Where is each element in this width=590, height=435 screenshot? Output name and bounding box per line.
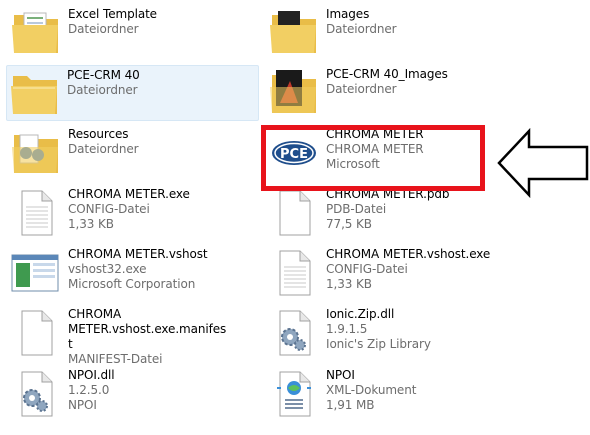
file-description: NPOI	[68, 398, 97, 412]
file-size: 1,33 KB	[326, 277, 372, 291]
file-size: 1,91 MB	[326, 398, 375, 412]
file-name: NPOI.dll	[68, 368, 115, 382]
file-company: Microsoft	[326, 157, 380, 171]
dll-gear-icon	[10, 368, 62, 420]
arrow-left-icon	[497, 127, 589, 199]
folder-with-images-icon	[268, 7, 320, 59]
file-type: Dateiordner	[68, 22, 139, 36]
file-size: 77,5 KB	[326, 217, 372, 231]
file-name: CHROMA METER.vshost.exe.manifest	[68, 307, 227, 351]
file-description: CHROMA METER	[326, 142, 424, 156]
file-type: Dateiordner	[67, 83, 138, 97]
file-item-npoi-dll[interactable]: NPOI.dll 1.2.5.0 NPOI	[8, 366, 258, 422]
file-item-ionic-zip-dll[interactable]: Ionic.Zip.dll 1.9.1.5 Ionic's Zip Librar…	[266, 305, 516, 361]
file-item-chroma-meter-vshost-exe-config[interactable]: CHROMA METER.vshost.exe CONFIG-Datei 1,3…	[266, 245, 516, 301]
folder-with-dark-images-icon	[268, 67, 320, 119]
blank-file-icon	[10, 307, 62, 359]
file-item-chroma-meter-pdb[interactable]: CHROMA METER.pdb PDB-Datei 77,5 KB	[266, 185, 516, 241]
file-item-pce-crm-40[interactable]: PCE-CRM 40 Dateiordner	[6, 65, 259, 121]
file-version: 1.9.1.5	[326, 322, 368, 336]
file-type: PDB-Datei	[326, 202, 387, 216]
file-item-chroma-meter-exe[interactable]: PCE CHROMA METER CHROMA METER Microsoft	[266, 125, 516, 181]
svg-text:PCE: PCE	[280, 147, 308, 162]
file-name: CHROMA METER.exe	[68, 187, 190, 201]
file-item-resources[interactable]: Resources Dateiordner	[8, 125, 258, 181]
folder-icon	[9, 68, 61, 120]
file-item-npoi-xml[interactable]: NPOI XML-Dokument 1,91 MB	[266, 366, 516, 422]
file-name: Resources	[68, 127, 129, 141]
file-description: Ionic's Zip Library	[326, 337, 431, 351]
file-name: NPOI	[326, 368, 355, 382]
generic-file-icon	[10, 187, 62, 239]
file-name: Images	[326, 7, 370, 21]
file-name: CHROMA METER.vshost	[68, 247, 208, 261]
file-name: CHROMA METER.vshost.exe	[326, 247, 491, 261]
file-name: PCE-CRM 40_Images	[326, 67, 448, 81]
file-company: Microsoft Corporation	[68, 277, 196, 291]
generic-file-icon	[268, 187, 320, 239]
file-type: CONFIG-Datei	[326, 262, 408, 276]
file-item-pce-crm-40-images[interactable]: PCE-CRM 40_Images Dateiordner	[266, 65, 516, 121]
file-name: Excel Template	[68, 7, 157, 21]
dll-gear-icon	[268, 307, 320, 359]
file-name: Ionic.Zip.dll	[326, 307, 395, 321]
file-type: Dateiordner	[68, 142, 139, 156]
file-version: 1.2.5.0	[68, 383, 110, 397]
file-item-images[interactable]: Images Dateiordner	[266, 5, 516, 61]
file-item-chroma-meter-manifest[interactable]: CHROMA METER.vshost.exe.manifest MANIFES…	[8, 305, 258, 366]
generic-file-icon	[268, 247, 320, 299]
file-type: Dateiordner	[326, 22, 397, 36]
pce-logo-icon: PCE	[268, 127, 320, 179]
file-name: CHROMA METER	[326, 127, 424, 141]
file-name: CHROMA METER.pdb	[326, 187, 450, 201]
file-type: CONFIG-Datei	[68, 202, 150, 216]
file-name: PCE-CRM 40	[67, 68, 140, 82]
application-window-icon	[10, 247, 62, 299]
file-description: vshost32.exe	[68, 262, 147, 276]
file-type: Dateiordner	[326, 82, 397, 96]
file-size: 1,33 KB	[68, 217, 114, 231]
folder-with-spreadsheet-icon	[10, 7, 62, 59]
xml-document-icon	[268, 368, 320, 420]
file-item-excel-template[interactable]: Excel Template Dateiordner	[8, 5, 258, 61]
file-type: XML-Dokument	[326, 383, 417, 397]
file-item-chroma-meter-vshost[interactable]: CHROMA METER.vshost vshost32.exe Microso…	[8, 245, 258, 301]
file-type: MANIFEST-Datei	[68, 352, 163, 366]
file-item-chroma-meter-exe-config[interactable]: CHROMA METER.exe CONFIG-Datei 1,33 KB	[8, 185, 258, 241]
folder-with-documents-icon	[10, 127, 62, 179]
